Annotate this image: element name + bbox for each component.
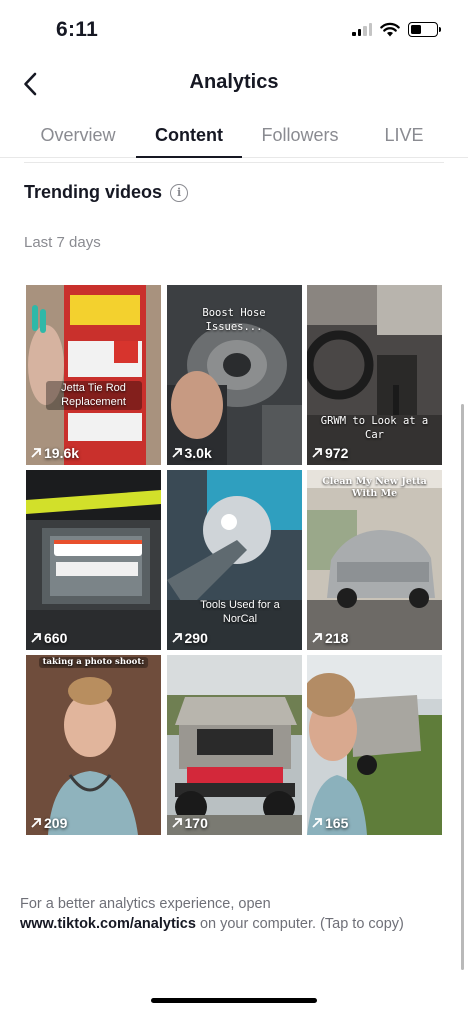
arrow-up-right-icon bbox=[31, 818, 41, 828]
view-count-value: 165 bbox=[325, 815, 349, 831]
view-count: 165 bbox=[311, 815, 348, 831]
cellular-signal-icon bbox=[352, 23, 372, 36]
view-count-value: 19.6k bbox=[44, 445, 80, 461]
section-title: Trending videos bbox=[24, 182, 163, 202]
view-count-value: 660 bbox=[44, 630, 68, 646]
scrollbar[interactable] bbox=[461, 404, 464, 970]
header: Analytics bbox=[0, 62, 468, 106]
section-header: Trending videos i bbox=[24, 182, 189, 203]
view-count: 972 bbox=[311, 445, 348, 461]
page-title: Analytics bbox=[189, 71, 279, 93]
active-tab-indicator bbox=[136, 156, 242, 158]
footer-text-before: For a better analytics experience, open bbox=[20, 896, 271, 912]
video-thumbnail bbox=[26, 470, 161, 650]
status-icons bbox=[352, 22, 441, 37]
video-tile[interactable]: taking a photo shoot: 209 bbox=[26, 655, 161, 835]
wifi-icon bbox=[380, 22, 400, 37]
trending-videos-grid: Jetta Tie Rod Replacement 19.6k Boost Ho… bbox=[26, 285, 442, 835]
footer-text-after: on your computer. (Tap to copy) bbox=[195, 916, 404, 932]
footer-note: For a better analytics experience, open … bbox=[20, 894, 450, 934]
video-caption: Jetta Tie Rod Replacement bbox=[45, 381, 142, 410]
video-thumbnail bbox=[26, 655, 161, 835]
tab-live[interactable]: LIVE bbox=[362, 112, 446, 158]
video-caption: Boost Hose Issues... bbox=[202, 307, 266, 333]
video-tile[interactable]: Clean My New Jetta With Me 218 bbox=[307, 470, 442, 650]
tab-followers[interactable]: Followers bbox=[248, 112, 352, 158]
arrow-up-right-icon bbox=[171, 818, 182, 828]
arrow-up-right-icon bbox=[31, 448, 41, 458]
tab-overview[interactable]: Overview bbox=[20, 112, 136, 158]
view-count: 660 bbox=[30, 630, 67, 646]
view-count: 218 bbox=[311, 630, 348, 646]
arrow-up-right-icon bbox=[31, 633, 41, 643]
view-count: 209 bbox=[30, 815, 67, 831]
view-count-value: 170 bbox=[184, 815, 208, 831]
video-thumbnail bbox=[166, 655, 302, 835]
arrow-up-right-icon bbox=[312, 448, 322, 458]
video-tile[interactable]: 170 bbox=[166, 655, 302, 835]
video-tile[interactable]: Tools Used for a NorCal 290 bbox=[166, 470, 302, 650]
period-label: Last 7 days bbox=[24, 234, 101, 251]
divider bbox=[24, 162, 444, 163]
video-tile[interactable]: Boost Hose Issues... 3.0k bbox=[166, 285, 302, 465]
view-count: 3.0k bbox=[171, 445, 212, 461]
battery-icon bbox=[408, 22, 441, 37]
view-count-value: 218 bbox=[325, 630, 349, 646]
video-thumbnail bbox=[26, 285, 161, 465]
view-count-value: 972 bbox=[325, 445, 349, 461]
status-time: 6:11 bbox=[56, 18, 99, 41]
home-indicator[interactable] bbox=[151, 998, 317, 1003]
status-bar: 6:11 bbox=[0, 0, 468, 62]
arrow-up-right-icon bbox=[171, 633, 182, 643]
video-tile[interactable]: 165 bbox=[307, 655, 442, 835]
arrow-up-right-icon bbox=[312, 633, 322, 643]
view-count: 19.6k bbox=[30, 445, 79, 461]
video-tile[interactable]: GRWM to Look at a Car 972 bbox=[307, 285, 442, 465]
view-count: 170 bbox=[171, 815, 208, 831]
view-count-value: 290 bbox=[184, 630, 208, 646]
view-count-value: 209 bbox=[44, 815, 68, 831]
video-tile[interactable]: 660 bbox=[26, 470, 161, 650]
arrow-up-right-icon bbox=[171, 448, 182, 458]
video-tile[interactable]: Jetta Tie Rod Replacement 19.6k bbox=[26, 285, 161, 465]
battery-level bbox=[411, 25, 421, 34]
video-caption: taking a photo shoot: bbox=[38, 657, 149, 669]
video-caption: GRWM to Look at a Car bbox=[320, 415, 429, 441]
video-thumbnail bbox=[307, 655, 442, 835]
view-count-value: 3.0k bbox=[184, 445, 212, 461]
video-caption: Clean My New Jetta With Me bbox=[322, 476, 427, 500]
view-count: 290 bbox=[171, 630, 208, 646]
info-icon[interactable]: i bbox=[170, 183, 189, 202]
video-caption: Tools Used for a NorCal bbox=[200, 599, 280, 626]
arrow-up-right-icon bbox=[312, 818, 322, 828]
tab-bar: Overview Content Followers LIVE bbox=[0, 112, 468, 158]
tab-content[interactable]: Content bbox=[136, 112, 242, 158]
analytics-link[interactable]: www.tiktok.com/analytics bbox=[20, 916, 196, 932]
